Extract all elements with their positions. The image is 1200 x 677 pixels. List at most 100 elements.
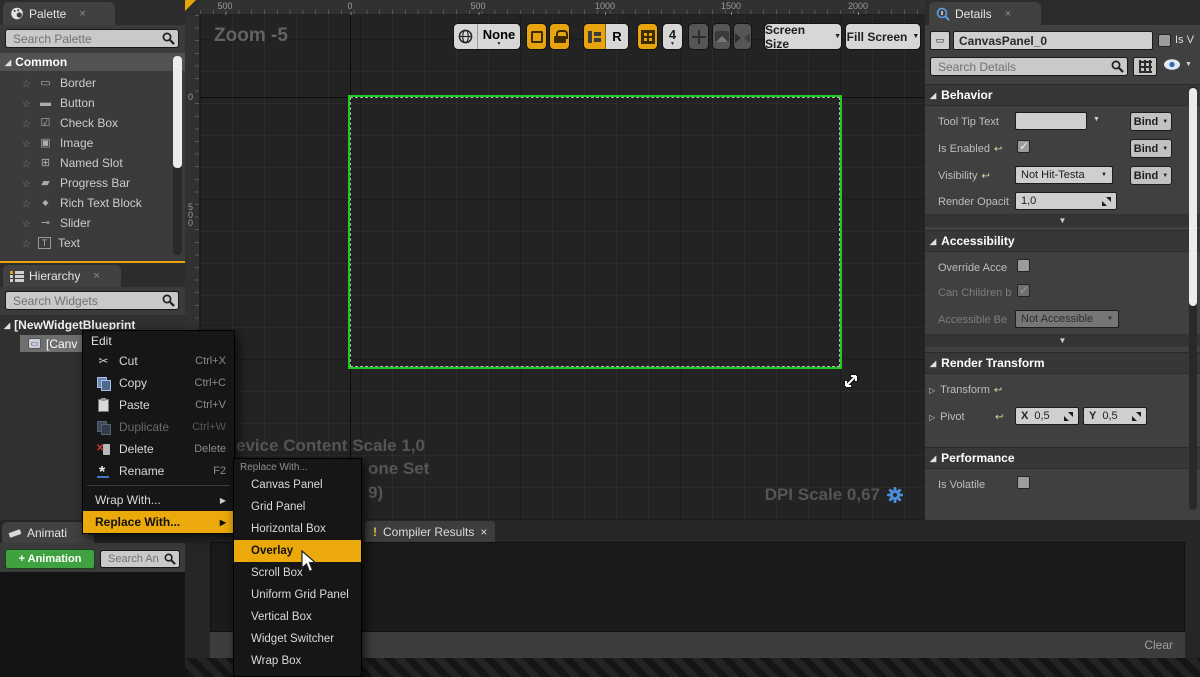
chevron-down-icon[interactable]: ▼: [1093, 116, 1100, 123]
widget-name-field[interactable]: [953, 31, 1153, 50]
menu-item-cut[interactable]: ✂ Cut Ctrl+X: [83, 350, 234, 372]
transform-mode-button[interactable]: [688, 23, 709, 50]
details-search[interactable]: [930, 57, 1128, 76]
dpi-settings-gear-icon[interactable]: [887, 487, 903, 503]
section-behavior[interactable]: ◢ Behavior: [925, 84, 1200, 106]
favorite-star-icon[interactable]: [22, 156, 31, 170]
value-drag-icon[interactable]: [1132, 412, 1141, 421]
r-toggle-button[interactable]: R: [606, 24, 628, 49]
submenu-item-grid-panel[interactable]: Grid Panel: [234, 496, 361, 518]
accessibility-expander[interactable]: ▼: [925, 334, 1200, 347]
palette-search[interactable]: [5, 29, 179, 48]
grid-snapping-button[interactable]: [637, 23, 658, 50]
palette-item-image[interactable]: ▣Image: [0, 133, 170, 153]
favorite-star-icon[interactable]: [22, 136, 31, 150]
palette-item-named-slot[interactable]: ⊞Named Slot: [0, 153, 170, 173]
menu-item-wrap-with[interactable]: Wrap With... ▶: [83, 489, 234, 511]
localization-globe-button[interactable]: [454, 24, 478, 49]
palette-search-input[interactable]: [11, 31, 162, 47]
pivot-y-field[interactable]: Y 0,5: [1083, 407, 1147, 425]
details-scrollbar-thumb[interactable]: [1189, 88, 1197, 306]
section-performance[interactable]: ◢ Performance: [925, 447, 1200, 469]
visibility-bind-button[interactable]: Bind: [1130, 166, 1172, 185]
clear-button[interactable]: Clear: [1144, 638, 1173, 652]
palette-item-checkbox[interactable]: ☑Check Box: [0, 113, 170, 133]
submenu-item-scroll-box[interactable]: Scroll Box: [234, 562, 361, 584]
visibility-dropdown[interactable]: Not Hit-Testa: [1015, 166, 1113, 184]
widget-name-input[interactable]: [954, 34, 1152, 48]
screen-size-dropdown[interactable]: Screen Size ▼: [764, 23, 842, 50]
render-opacity-field[interactable]: 1,0: [1015, 192, 1117, 210]
palette-item-text[interactable]: TText: [0, 233, 170, 253]
menu-item-duplicate[interactable]: Duplicate Ctrl+W: [83, 416, 234, 438]
hierarchy-search[interactable]: [5, 291, 179, 310]
tab-palette[interactable]: Palette ×: [3, 2, 115, 25]
fill-screen-dropdown[interactable]: Fill Screen ▼: [845, 23, 921, 50]
lock-widgets-button[interactable]: [549, 23, 570, 50]
behavior-expander[interactable]: ▼: [925, 214, 1200, 227]
animations-search-input[interactable]: [106, 552, 164, 566]
details-search-input[interactable]: [936, 59, 1111, 75]
menu-item-rename[interactable]: Rename F2: [83, 460, 234, 482]
submenu-item-overlay[interactable]: Overlay: [234, 540, 361, 562]
favorite-star-icon[interactable]: [22, 76, 31, 90]
tab-details[interactable]: Details ×: [929, 2, 1041, 25]
reset-to-default-icon[interactable]: ↩: [995, 412, 1003, 423]
value-drag-icon[interactable]: [1064, 412, 1073, 421]
is-variable-checkbox[interactable]: [1158, 34, 1171, 47]
widget-anchor-button[interactable]: [584, 24, 606, 49]
palette-section-common[interactable]: ◢ Common: [0, 53, 185, 71]
preview-language-dropdown[interactable]: None ▼: [478, 24, 520, 49]
expand-triangle-icon[interactable]: ▷: [925, 386, 935, 395]
section-render-transform[interactable]: ◢ Render Transform: [925, 352, 1200, 374]
close-icon[interactable]: ×: [1005, 8, 1011, 20]
favorite-star-icon[interactable]: [22, 176, 31, 190]
is-enabled-checkbox[interactable]: [1017, 140, 1030, 153]
view-options-button[interactable]: ▼: [1163, 58, 1192, 71]
favorite-star-icon[interactable]: [22, 196, 31, 210]
palette-item-button[interactable]: ▬Button: [0, 93, 170, 113]
submenu-item-canvas-panel[interactable]: Canvas Panel: [234, 474, 361, 496]
favorite-star-icon[interactable]: [22, 116, 31, 130]
reset-to-default-icon[interactable]: ↩: [994, 144, 1002, 155]
palette-item-border[interactable]: ▭Border: [0, 73, 170, 93]
design-canvas[interactable]: Zoom -5 None ▼ R: [200, 15, 925, 520]
close-icon[interactable]: ×: [79, 8, 85, 20]
selected-widget-outline[interactable]: [348, 95, 842, 369]
override-accessible-checkbox[interactable]: [1017, 259, 1030, 272]
can-children-checkbox[interactable]: [1017, 284, 1030, 297]
hierarchy-search-input[interactable]: [11, 293, 162, 309]
section-accessibility[interactable]: ◢ Accessibility: [925, 230, 1200, 252]
palette-item-rich-text[interactable]: ◆Rich Text Block: [0, 193, 170, 213]
favorite-star-icon[interactable]: [22, 216, 31, 230]
menu-item-replace-with[interactable]: Replace With... ▶: [83, 511, 234, 533]
value-drag-icon[interactable]: [1102, 197, 1111, 206]
is-volatile-checkbox[interactable]: [1017, 476, 1030, 489]
menu-item-copy[interactable]: Copy Ctrl+C: [83, 372, 234, 394]
tab-animations[interactable]: Animati: [2, 522, 94, 543]
palette-item-progress-bar[interactable]: ▰Progress Bar: [0, 173, 170, 193]
animations-search[interactable]: [100, 550, 180, 568]
add-animation-button[interactable]: + Animation: [5, 549, 95, 569]
reset-to-default-icon[interactable]: ↩: [994, 385, 1002, 396]
close-icon[interactable]: ×: [93, 270, 99, 282]
submenu-item-widget-switcher[interactable]: Widget Switcher: [234, 628, 361, 650]
expand-triangle-icon[interactable]: ▷: [925, 413, 935, 422]
flip-preview-button[interactable]: [733, 23, 752, 50]
submenu-item-uniform-grid-panel[interactable]: Uniform Grid Panel: [234, 584, 361, 606]
favorite-star-icon[interactable]: [22, 236, 31, 250]
menu-item-delete[interactable]: Delete Delete: [83, 438, 234, 460]
palette-scrollbar-thumb[interactable]: [173, 56, 182, 168]
menu-item-paste[interactable]: Paste Ctrl+V: [83, 394, 234, 416]
close-icon[interactable]: ×: [480, 525, 487, 539]
tab-compiler-results[interactable]: ! Compiler Results ×: [365, 521, 495, 542]
submenu-item-wrap-box[interactable]: Wrap Box: [234, 650, 361, 672]
preview-background-button[interactable]: [712, 23, 731, 50]
property-matrix-button[interactable]: [1133, 57, 1157, 76]
submenu-item-vertical-box[interactable]: Vertical Box: [234, 606, 361, 628]
submenu-item-horizontal-box[interactable]: Horizontal Box: [234, 518, 361, 540]
grid-size-dropdown[interactable]: 4 ▼: [662, 23, 683, 50]
is-enabled-bind-button[interactable]: Bind: [1130, 139, 1172, 158]
tooltip-text-field[interactable]: [1015, 112, 1087, 130]
pivot-x-field[interactable]: X 0,5: [1015, 407, 1079, 425]
